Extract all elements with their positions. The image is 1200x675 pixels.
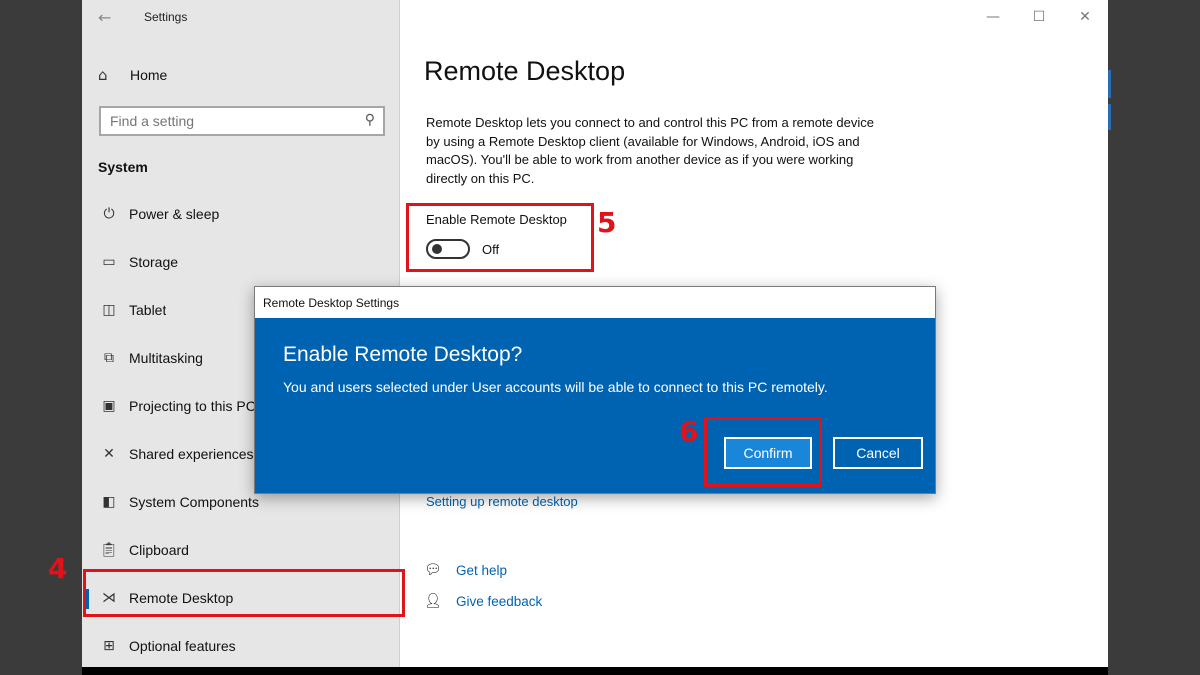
sidebar-item-label: Optional features bbox=[129, 638, 236, 654]
annotation-number-step-4: 4 bbox=[48, 552, 68, 585]
annotation-box-step-6 bbox=[704, 417, 822, 487]
get-help-link[interactable]: 💬︎ Get help bbox=[424, 560, 507, 580]
page-description: Remote Desktop lets you connect to and c… bbox=[426, 115, 874, 186]
home-icon: ⌂ bbox=[98, 66, 108, 84]
close-button[interactable]: ✕ bbox=[1062, 0, 1108, 34]
sidebar-item-label: Multitasking bbox=[129, 350, 203, 366]
page-title: Remote Desktop bbox=[424, 56, 626, 86]
search-icon[interactable]: ⚲ bbox=[365, 112, 375, 128]
sidebar-item-label: Clipboard bbox=[129, 542, 189, 558]
give-feedback-link[interactable]: 👤︎ Give feedback bbox=[424, 591, 542, 611]
window-controls: — ☐ ✕ bbox=[970, 0, 1108, 34]
back-arrow-icon[interactable]: ← bbox=[98, 8, 111, 27]
get-help-label: Get help bbox=[456, 562, 508, 578]
setting-up-remote-desktop-link[interactable]: Setting up remote desktop bbox=[426, 494, 578, 509]
dialog-message: You and users selected under User accoun… bbox=[283, 379, 828, 395]
sidebar-item-label: System Components bbox=[129, 494, 259, 510]
search-box[interactable]: ⚲ bbox=[99, 106, 385, 136]
annotation-box-step-4 bbox=[83, 569, 405, 617]
tablet-icon: ◫ bbox=[102, 302, 116, 318]
title-bar: ← Settings bbox=[82, 0, 400, 36]
background-left bbox=[0, 0, 82, 675]
annotation-number-step-5: 5 bbox=[597, 206, 617, 239]
sidebar-item-label: Shared experiences bbox=[129, 446, 254, 462]
dialog-heading: Enable Remote Desktop? bbox=[283, 343, 523, 366]
home-label: Home bbox=[130, 67, 168, 83]
background-edge-strip bbox=[1108, 70, 1111, 98]
maximize-button[interactable]: ☐ bbox=[1016, 0, 1062, 34]
sidebar-item-label: Tablet bbox=[129, 302, 167, 318]
sidebar-item-label: Storage bbox=[129, 254, 179, 270]
dialog-window-title: Remote Desktop Settings bbox=[263, 296, 400, 310]
section-header: System bbox=[98, 159, 148, 175]
search-input[interactable] bbox=[101, 108, 341, 134]
projecting-icon: ▣ bbox=[102, 398, 116, 414]
optional-features-icon: ⊞ bbox=[103, 638, 115, 654]
sidebar-item-label: Power & sleep bbox=[129, 206, 220, 222]
clipboard-icon: 📋︎ bbox=[100, 542, 118, 558]
give-feedback-label: Give feedback bbox=[456, 593, 543, 609]
sidebar-item-storage[interactable]: ▭ Storage bbox=[82, 240, 400, 284]
power-icon: ⏻ bbox=[103, 206, 115, 222]
home-link[interactable]: ⌂ Home bbox=[98, 64, 167, 86]
multitasking-icon: ⧉ bbox=[104, 350, 114, 366]
sidebar-item-optional-features[interactable]: ⊞ Optional features bbox=[82, 624, 400, 668]
background-edge-strip bbox=[1108, 104, 1111, 130]
shared-icon: ✕ bbox=[103, 446, 115, 462]
minimize-button[interactable]: — bbox=[970, 0, 1016, 34]
sidebar-item-power-sleep[interactable]: ⏻ Power & sleep bbox=[82, 192, 400, 236]
help-chat-icon: 💬︎ bbox=[424, 562, 442, 578]
sidebar-item-clipboard[interactable]: 📋︎ Clipboard bbox=[82, 528, 400, 572]
dialog-title-bar: Remote Desktop Settings bbox=[255, 287, 935, 318]
storage-icon: ▭ bbox=[102, 254, 116, 270]
remote-desktop-settings-dialog: Remote Desktop Settings Enable Remote De… bbox=[254, 286, 936, 494]
sidebar-item-label: Projecting to this PC bbox=[129, 398, 254, 414]
annotation-number-step-6: 6 bbox=[679, 415, 699, 448]
cancel-button[interactable]: Cancel bbox=[833, 437, 923, 469]
background-right bbox=[1108, 0, 1200, 675]
components-icon: ◧ bbox=[102, 494, 116, 510]
window-title: Settings bbox=[144, 10, 188, 24]
feedback-icon: 👤︎ bbox=[424, 593, 442, 609]
annotation-box-step-5 bbox=[406, 203, 594, 272]
